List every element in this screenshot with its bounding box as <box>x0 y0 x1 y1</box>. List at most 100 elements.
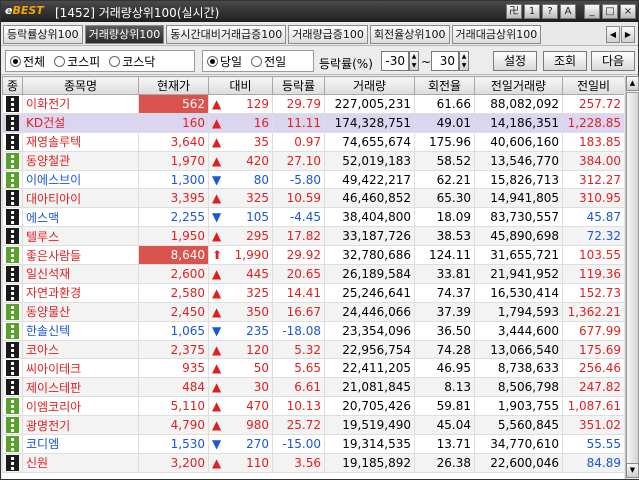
current-price: 5,110 <box>138 396 209 417</box>
table-row[interactable]: ▪ ▪ ▪ 일신석재 2,600 ▲ 445 20.65 26,189,584 33.81 21,9… <box>2 264 624 284</box>
change-value: 420 <box>246 153 269 168</box>
table-row[interactable]: ▪ ▪ ▪ 대아티아이 3,395 ▲ 325 10.59 46,460,852 65.30 14,… <box>2 188 624 209</box>
font-icon[interactable]: A <box>560 4 576 19</box>
change-rate: 25.72 <box>272 415 325 436</box>
stock-name[interactable]: 코아스 <box>22 339 139 360</box>
market-badge-icon: ▪ ▪ ▪ <box>6 247 19 264</box>
table-row[interactable]: ▪ ▪ ▪ 동양철관 1,970 ▲ 420 27.10 52,019,183 58.52 13,5… <box>2 150 624 171</box>
stock-name[interactable]: 자연과환경 <box>22 282 139 303</box>
vertical-scrollbar[interactable]: ▲ ▼ <box>625 76 639 479</box>
column-header-3[interactable]: 대비 <box>208 76 273 95</box>
tab-2[interactable]: 동시간대비거래급증100 <box>166 25 287 44</box>
maximize-button[interactable]: □ <box>602 4 618 19</box>
table-row[interactable]: ▪ ▪ ▪ 신원 3,200 ▲ 110 3.56 19,185,892 26.38 22,600,… <box>2 452 624 473</box>
close-button[interactable]: × <box>620 4 636 19</box>
change-value: 129 <box>246 96 269 111</box>
down-arrow-icon: ▼ <box>212 172 222 187</box>
table-row[interactable]: ▪ ▪ ▪ 광명전기 4,790 ▲ 980 25.72 19,519,490 45.04 5,56… <box>2 415 624 436</box>
pin-icon[interactable]: 卍 <box>506 4 522 19</box>
title-bar[interactable]: eBEST [1452] 거래량상위100(실시간) 卍 1 ? A _ □ × <box>1 1 638 22</box>
range-from-spinner[interactable]: ▲ ▼ <box>409 51 419 71</box>
range-from-input[interactable]: -30 <box>381 51 409 71</box>
day-radio-prev[interactable]: 전일 <box>251 53 286 70</box>
change-value: 50 <box>253 361 269 376</box>
tab-4[interactable]: 회전율상위100 <box>369 25 450 44</box>
change-rate: 20.65 <box>272 264 325 284</box>
market-badge-icon: ▪ ▪ ▪ <box>6 284 19 301</box>
table-row[interactable]: ▪ ▪ ▪ 텔루스 1,950 ▲ 295 17.82 33,187,726 38.53 45,89… <box>2 226 624 247</box>
prev-ratio: 45.87 <box>562 207 624 228</box>
scroll-thumb[interactable] <box>626 92 639 466</box>
table-row[interactable]: ▪ ▪ ▪ KD건설 160 ▲ 16 11.11 174,328,751 49.01 14,186… <box>2 112 624 133</box>
stock-name[interactable]: 텔루스 <box>22 226 139 247</box>
tab-5[interactable]: 거래대금상위100 <box>451 25 542 44</box>
radio-icon <box>10 55 21 67</box>
stock-name[interactable]: 이에스브이 <box>22 169 139 190</box>
stock-name[interactable]: 에스맥 <box>22 207 139 228</box>
stock-name[interactable]: 좋은사람들 <box>22 245 139 266</box>
column-header-1[interactable]: 종목명 <box>22 76 139 95</box>
column-header-0[interactable]: 종 <box>2 76 23 95</box>
market-radio-kosdaq[interactable]: 코스닥 <box>109 53 155 70</box>
market-radio-kospi[interactable]: 코스피 <box>54 53 100 70</box>
stock-name[interactable]: 재영솔루텍 <box>22 131 139 152</box>
table-row[interactable]: ▪ ▪ ▪ 한솔신텍 1,065 ▼ 235 -18.08 23,354,096 36.50 3,4… <box>2 320 624 341</box>
settings-button[interactable]: 설정 <box>493 51 537 71</box>
change-cell: ▼ 270 <box>208 434 273 454</box>
table-row[interactable]: ▪ ▪ ▪ 이화전기 562 ▲ 129 29.79 227,005,231 61.66 88,08… <box>2 94 624 114</box>
table-row[interactable]: ▪ ▪ ▪ 이에스브이 1,300 ▼ 80 -5.80 49,422,217 62.21 15,8… <box>2 169 624 190</box>
column-header-7[interactable]: 전일거래량 <box>474 76 563 95</box>
table-row[interactable]: ▪ ▪ ▪ 재영솔루텍 3,640 ▲ 35 0.97 74,655,674 175.96 40,6… <box>2 131 624 152</box>
title-buttons: 卍 1 ? A _ □ × <box>506 4 636 19</box>
stock-name[interactable]: 광명전기 <box>22 415 139 436</box>
table-row[interactable]: ▪ ▪ ▪ 동양물산 2,450 ▲ 350 16.67 24,446,066 37.39 1,79… <box>2 301 624 322</box>
stock-name[interactable]: 코디엠 <box>22 434 139 454</box>
next-button[interactable]: 다음 <box>591 51 635 71</box>
column-header-4[interactable]: 등락률 <box>272 76 325 95</box>
table-row[interactable]: ▪ ▪ ▪ 자연과환경 2,580 ▲ 325 14.41 25,246,641 74.37 16,… <box>2 282 624 303</box>
stock-name[interactable]: 이화전기 <box>22 94 139 114</box>
tab-next-icon[interactable]: ▶ <box>621 26 635 43</box>
column-header-8[interactable]: 전일비 <box>562 76 624 95</box>
scroll-up-icon[interactable]: ▲ <box>626 76 639 91</box>
stock-name[interactable]: 한솔신텍 <box>22 320 139 341</box>
tab-0[interactable]: 등락률상위100 <box>3 25 83 44</box>
day-radio-today[interactable]: 당일 <box>207 53 242 70</box>
stock-name[interactable]: 대아티아이 <box>22 188 139 209</box>
prev-volume: 22,600,046 <box>474 452 563 473</box>
column-header-5[interactable]: 거래량 <box>324 76 415 95</box>
tab-prev-icon[interactable]: ◀ <box>606 26 620 43</box>
range-to-spinner[interactable]: ▲ ▼ <box>459 51 469 71</box>
change-cell: ▲ 980 <box>208 415 273 436</box>
table-row[interactable]: ▪ ▪ ▪ 코디엠 1,530 ▼ 270 -15.00 19,314,535 13.71 34,7… <box>2 434 624 454</box>
stock-name[interactable]: 씨아이테크 <box>22 358 139 379</box>
down-arrow-icon: ▼ <box>212 210 222 225</box>
column-header-2[interactable]: 현재가 <box>138 76 209 95</box>
range-to-input[interactable]: 30 <box>431 51 459 71</box>
table-row[interactable]: ▪ ▪ ▪ 제이스테판 484 ▲ 30 6.61 21,081,845 8.13 8,506,79… <box>2 377 624 398</box>
tab-3[interactable]: 거래량급증100 <box>288 25 368 44</box>
market-radio-all[interactable]: 전체 <box>10 53 45 70</box>
column-header-6[interactable]: 회전율 <box>414 76 475 95</box>
stock-name[interactable]: 일신석재 <box>22 264 139 284</box>
stock-name[interactable]: 제이스테판 <box>22 377 139 398</box>
query-button[interactable]: 조회 <box>543 51 587 71</box>
table-row[interactable]: ▪ ▪ ▪ 코아스 2,375 ▲ 120 5.32 22,956,754 74.28 13,066… <box>2 339 624 360</box>
table-row[interactable]: ▪ ▪ ▪ 씨아이테크 935 ▲ 50 5.65 22,411,205 46.95 8,738,6… <box>2 358 624 379</box>
one-icon[interactable]: 1 <box>524 4 540 19</box>
table-row[interactable]: ▪ ▪ ▪ 이엠코리아 5,110 ▲ 470 10.13 20,705,426 59.81 1,9… <box>2 396 624 417</box>
stock-name[interactable]: 동양물산 <box>22 301 139 322</box>
market-badge-cell: ▪ ▪ ▪ <box>2 434 23 454</box>
stock-name[interactable]: 동양철관 <box>22 150 139 171</box>
change-value: 325 <box>246 285 269 300</box>
scroll-down-icon[interactable]: ▼ <box>626 463 639 478</box>
table-row[interactable]: ▪ ▪ ▪ 에스맥 2,255 ▼ 105 -4.45 38,404,800 18.09 83,73… <box>2 207 624 228</box>
table-row[interactable]: ▪ ▪ ▪ 좋은사람들 8,640 ⬆ 1,990 29.92 32,780,686 124.11… <box>2 245 624 266</box>
stock-name[interactable]: 신원 <box>22 452 139 473</box>
help-icon[interactable]: ? <box>542 4 558 19</box>
minimize-button[interactable]: _ <box>584 4 600 19</box>
tab-1[interactable]: 거래량상위100 <box>84 25 165 44</box>
market-badge-icon: ▪ ▪ ▪ <box>6 398 19 415</box>
stock-name[interactable]: KD건설 <box>22 112 139 133</box>
stock-name[interactable]: 이엠코리아 <box>22 396 139 417</box>
